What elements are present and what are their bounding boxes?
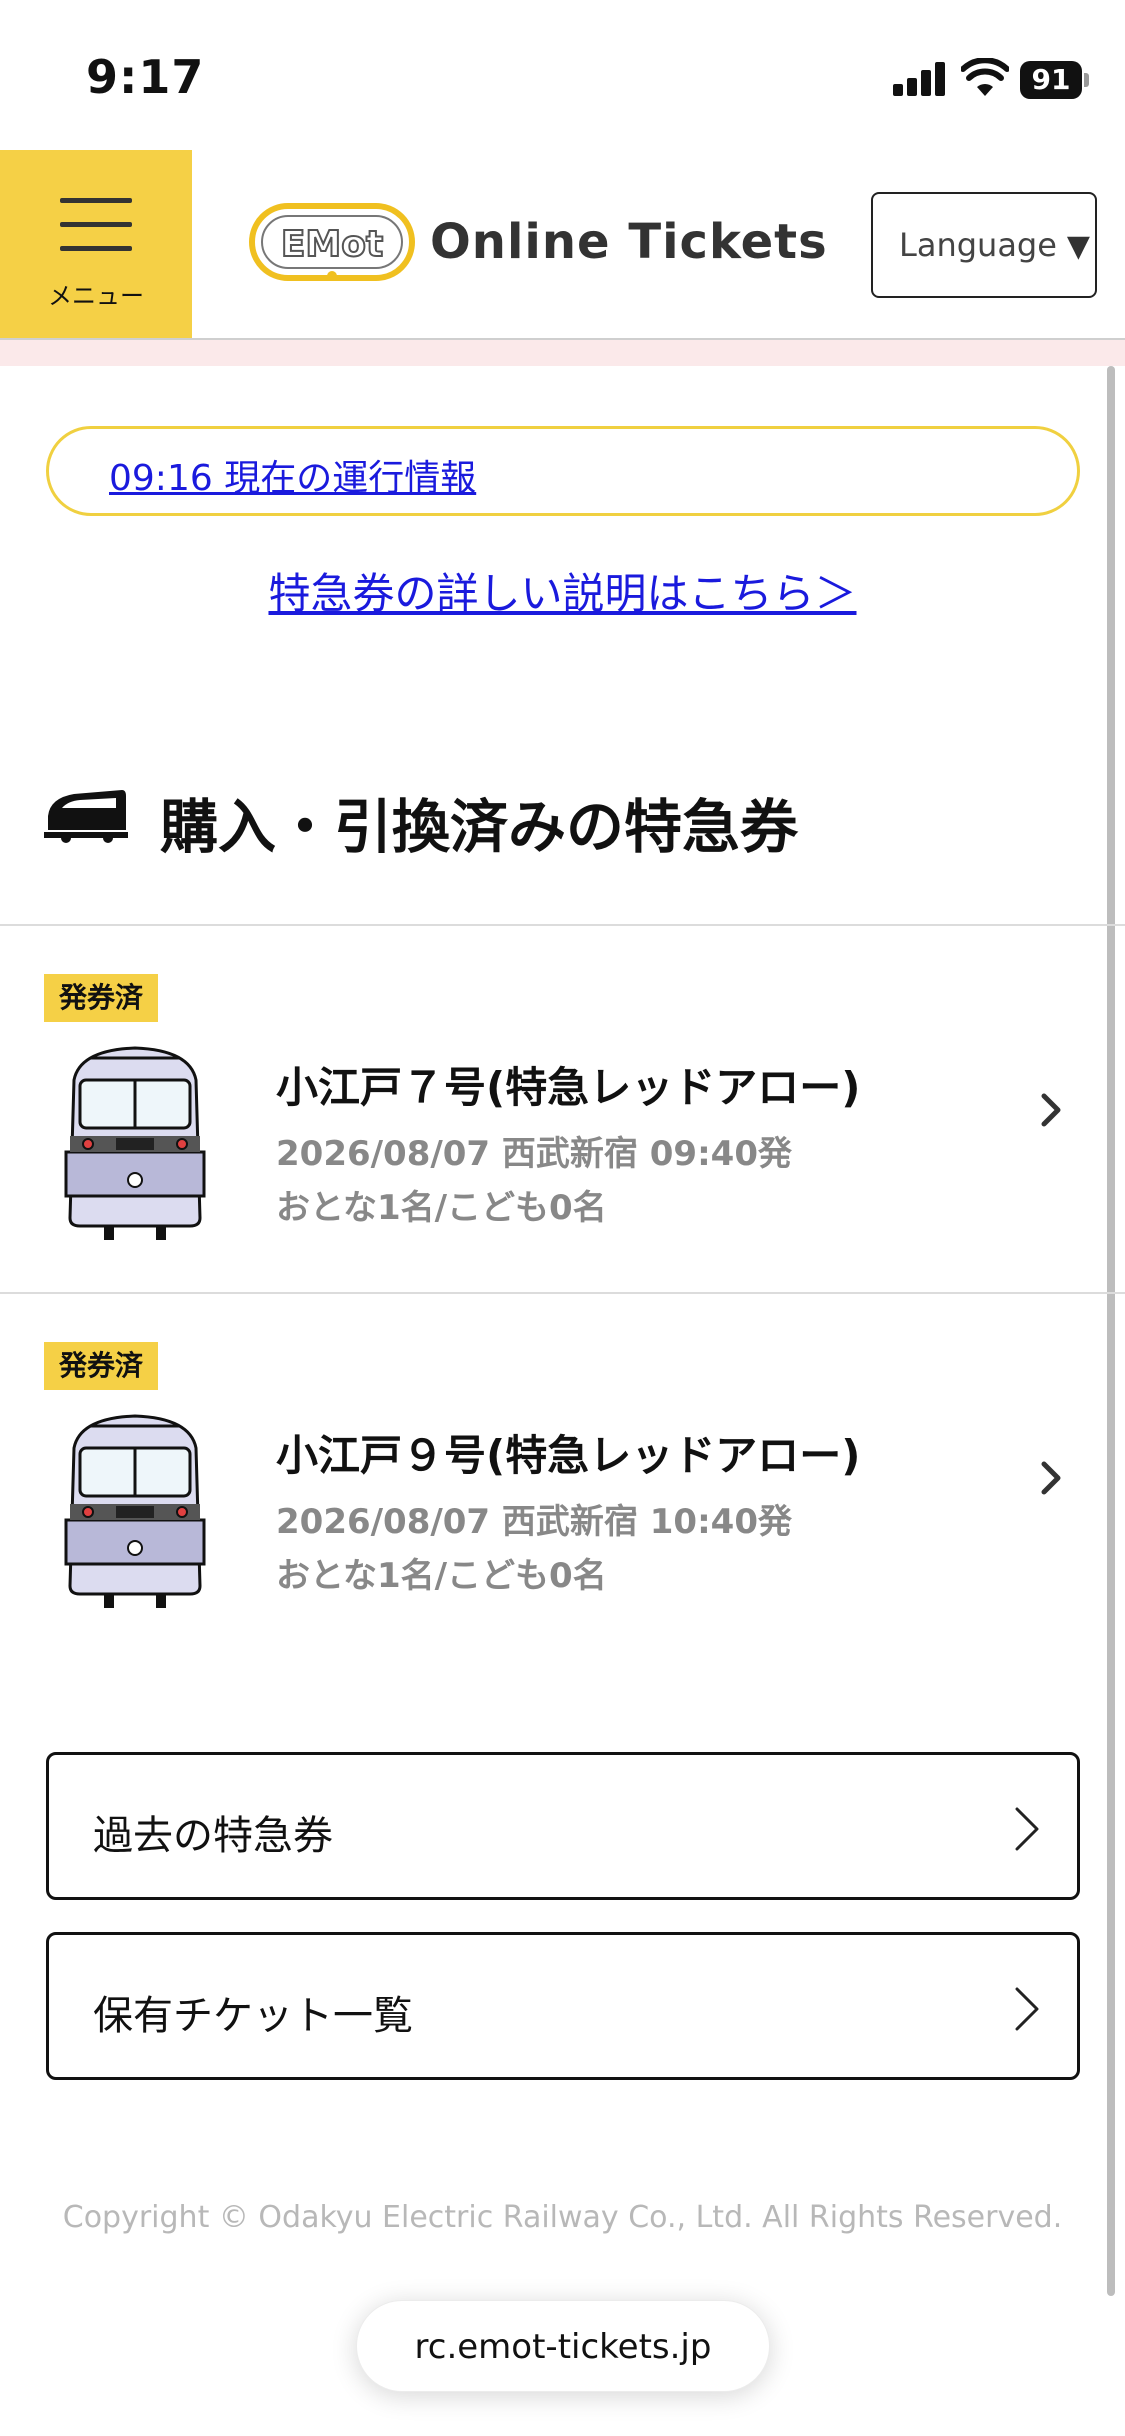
past-tickets-label: 過去の特急券 — [93, 1813, 333, 1859]
battery-level: 91 — [1020, 61, 1082, 99]
red-arrow-train-image — [64, 1414, 206, 1608]
owned-tickets-label: 保有チケット一覧 — [93, 1993, 413, 2039]
issued-badge: 発券済 — [44, 974, 158, 1022]
ticket-item[interactable]: 発券済 小江戸７号(特急レッドアロー) 2026/08/07 西武新宿 09:4… — [0, 926, 1125, 1294]
train-name: 小江戸９号(特急レッドアロー) — [276, 1431, 861, 1480]
status-time: 9:17 — [86, 50, 205, 104]
train-name: 小江戸７号(特急レッドアロー) — [276, 1063, 861, 1112]
page: 9:17 91 メニュー EMot Online Tickets Languag… — [0, 0, 1125, 2436]
passenger-count: おとな1名/こども0名 — [276, 1556, 607, 1596]
language-select[interactable]: Language ▼ — [871, 192, 1097, 298]
passenger-count: おとな1名/こども0名 — [276, 1188, 607, 1228]
wifi-icon — [961, 58, 1009, 96]
chevron-right-icon — [1015, 1987, 1039, 2031]
browser-url-bar[interactable]: rc.emot-tickets.jp — [356, 2300, 770, 2392]
site-header: メニュー EMot Online Tickets Language ▼ — [0, 150, 1125, 340]
departure-info: 2026/08/07 西武新宿 09:40発 — [276, 1134, 792, 1174]
logo-text: Online Tickets — [430, 214, 828, 270]
status-bar: 9:17 91 — [0, 0, 1125, 150]
cellular-signal-icon — [893, 62, 945, 96]
copyright-text: Copyright © Odakyu Electric Railway Co.,… — [62, 2200, 1063, 2235]
red-arrow-train-image — [64, 1046, 206, 1240]
logo-mark: EMot — [281, 224, 383, 265]
battery-icon: 91 — [1020, 61, 1089, 99]
chevron-right-icon — [1041, 1093, 1061, 1127]
menu-button[interactable]: メニュー — [0, 150, 192, 338]
issued-badge: 発券済 — [44, 1342, 158, 1390]
language-label: Language — [899, 226, 1057, 264]
dropdown-arrow-icon: ▼ — [1066, 229, 1090, 264]
section-title: 購入・引換済みの特急券 — [160, 793, 799, 861]
owned-tickets-button[interactable]: 保有チケット一覧 — [46, 1932, 1080, 2080]
menu-label: メニュー — [48, 282, 144, 310]
ticket-item[interactable]: 発券済 小江戸９号(特急レッドアロー) 2026/08/07 西武新宿 10:4… — [0, 1294, 1125, 1662]
chevron-right-icon — [1041, 1461, 1061, 1495]
departure-info: 2026/08/07 西武新宿 10:40発 — [276, 1502, 792, 1542]
notice-strip — [0, 340, 1125, 366]
operation-info-link[interactable]: 09:16 現在の運行情報 — [109, 449, 476, 501]
ticket-explanation-link[interactable]: 特急券の詳しい説明はこちら＞ — [0, 560, 1125, 621]
past-tickets-button[interactable]: 過去の特急券 — [46, 1752, 1080, 1900]
hamburger-icon — [60, 198, 132, 254]
train-icon — [44, 790, 128, 843]
operation-info-box: 09:16 現在の運行情報 — [46, 426, 1080, 516]
chevron-right-icon — [1015, 1807, 1039, 1851]
